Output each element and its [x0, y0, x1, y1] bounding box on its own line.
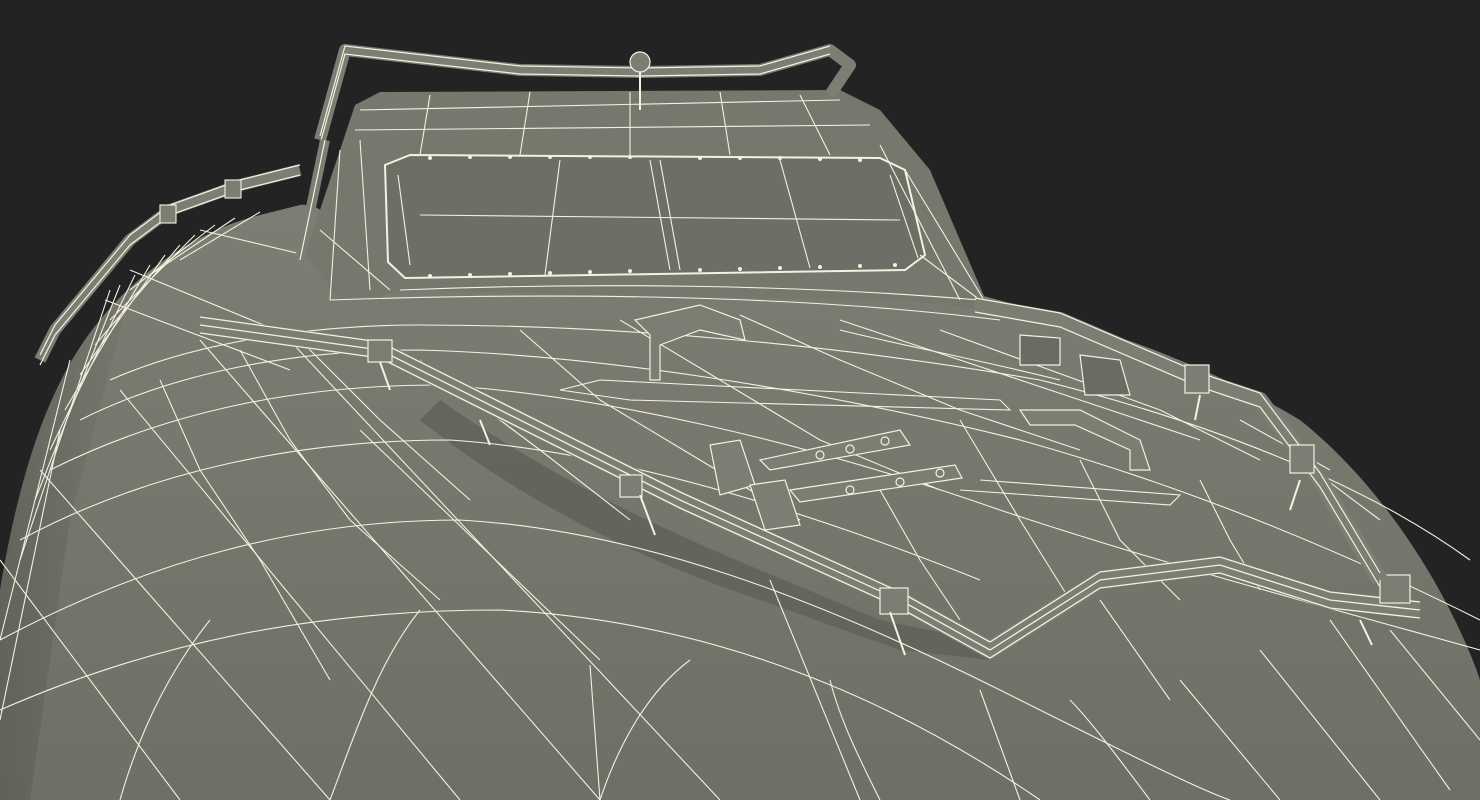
3d-viewport[interactable] — [0, 0, 1480, 800]
wireframe-render — [0, 44, 1480, 800]
beacon-light — [629, 51, 651, 73]
windshield — [383, 153, 927, 280]
